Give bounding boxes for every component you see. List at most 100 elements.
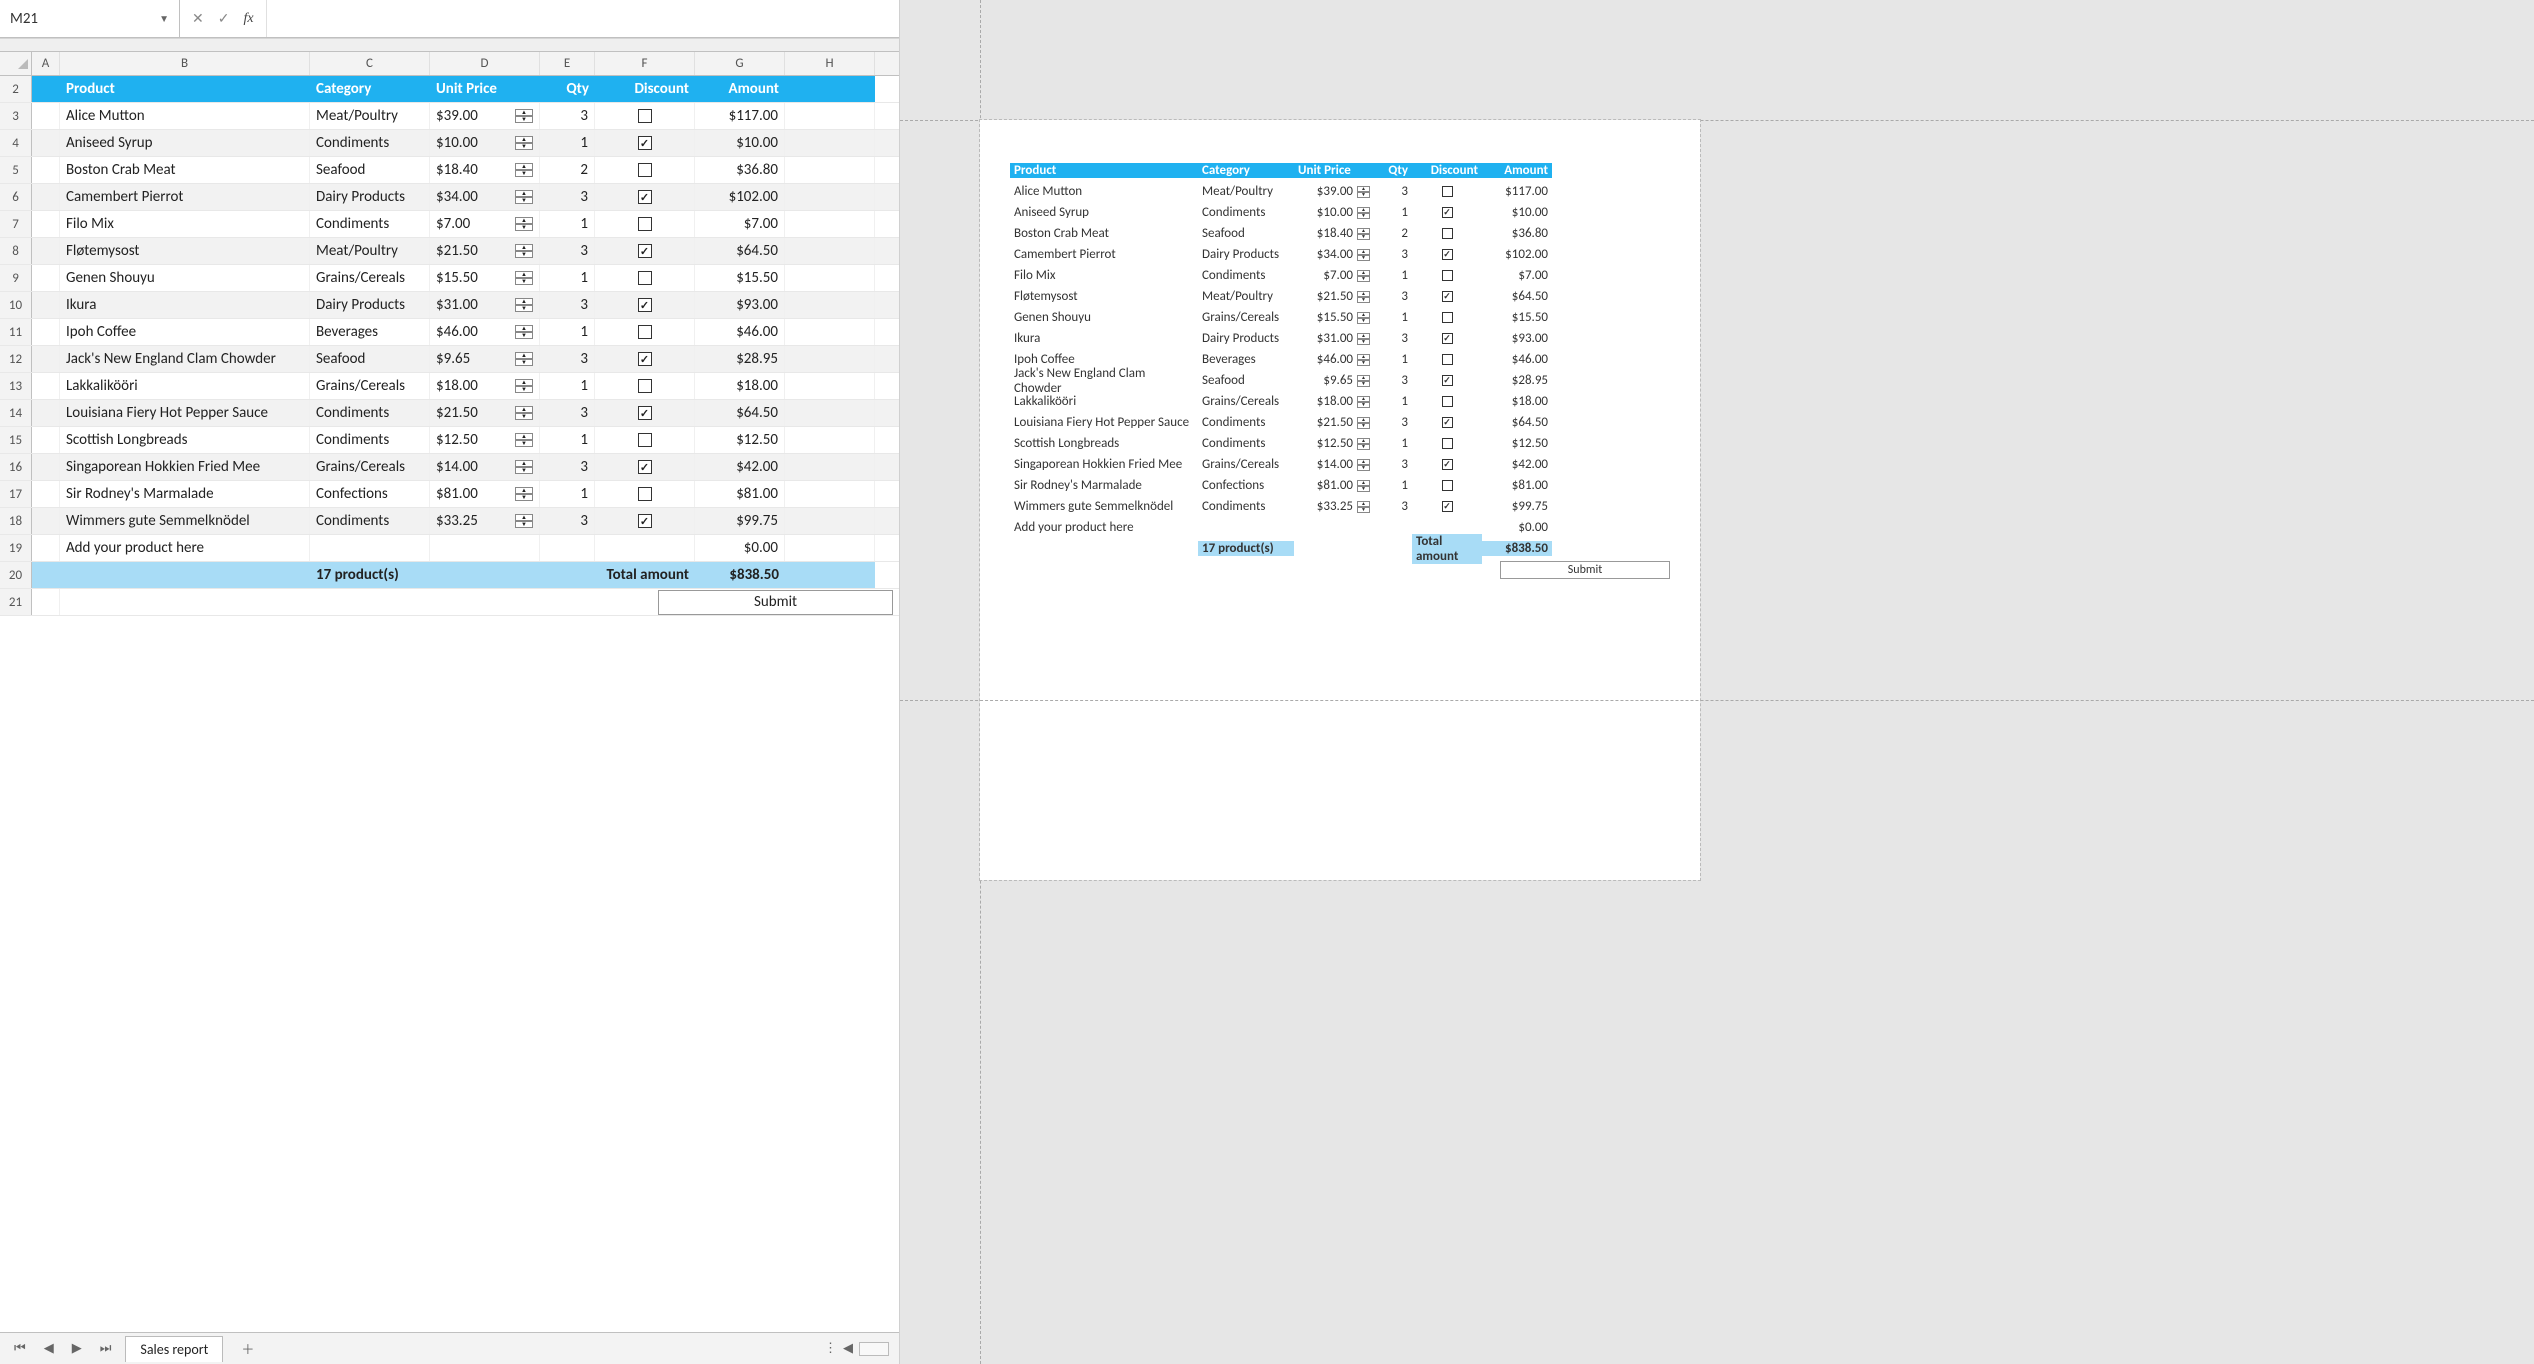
cell-unit-price[interactable]: $21.50▲▼ [430,400,540,426]
qty-spinner[interactable]: ▲▼ [1357,375,1370,387]
formula-input[interactable] [267,0,899,37]
fx-icon[interactable]: fx [243,11,253,27]
spinner-down-icon[interactable]: ▼ [515,467,533,474]
col-header[interactable]: A [32,52,60,75]
cell-unit-price[interactable]: $81.00▲▼ [430,481,540,507]
cell-qty[interactable]: 3 [540,400,595,426]
header-category[interactable]: Category [310,76,430,102]
spinner-down-icon[interactable]: ▼ [1357,507,1370,513]
spinner-down-icon[interactable]: ▼ [515,170,533,177]
discount-checkbox[interactable] [1442,333,1453,344]
discount-checkbox[interactable] [638,163,652,177]
cell-qty[interactable]: 3 [540,346,595,372]
discount-checkbox[interactable] [638,109,652,123]
row-header[interactable]: 12 [0,346,32,372]
cell-amount[interactable]: $46.00 [695,319,785,345]
spinner-down-icon[interactable]: ▼ [1357,402,1370,408]
cell-category[interactable]: Dairy Products [310,184,430,210]
cell-category[interactable]: Condiments [310,508,430,534]
cell-qty[interactable]: 1 [540,373,595,399]
cell-unit-price[interactable]: $46.00▲▼ [430,319,540,345]
col-header[interactable]: H [785,52,875,75]
cell-discount[interactable] [595,103,695,129]
cell-qty[interactable]: 1 [540,130,595,156]
discount-checkbox[interactable] [638,298,652,312]
cell-amount[interactable]: $93.00 [695,292,785,318]
discount-checkbox[interactable] [638,487,652,501]
row-header[interactable]: 5 [0,157,32,183]
cell-category[interactable]: Seafood [310,346,430,372]
cell-amount[interactable]: $102.00 [695,184,785,210]
discount-checkbox[interactable] [1442,459,1453,470]
discount-checkbox[interactable] [1442,312,1453,323]
qty-spinner[interactable]: ▲▼ [515,163,533,177]
cell-unit-price[interactable]: $33.25▲▼ [430,508,540,534]
discount-checkbox[interactable] [638,217,652,231]
header-amount[interactable]: Amount [695,76,785,102]
qty-spinner[interactable]: ▲▼ [1357,312,1370,324]
tab-nav-first-icon[interactable]: ⏮ [10,1341,30,1356]
add-product-amount[interactable]: $0.00 [695,535,785,561]
cancel-formula-icon[interactable]: ✕ [192,10,204,27]
spinner-down-icon[interactable]: ▼ [515,197,533,204]
discount-checkbox[interactable] [1442,501,1453,512]
spinner-down-icon[interactable]: ▼ [515,521,533,528]
qty-spinner[interactable]: ▲▼ [515,109,533,123]
cell-amount[interactable]: $10.00 [695,130,785,156]
cell-unit-price[interactable]: $31.00▲▼ [430,292,540,318]
sheet-tab[interactable]: Sales report [125,1336,223,1362]
discount-checkbox[interactable] [638,271,652,285]
cell-qty[interactable]: 1 [540,427,595,453]
qty-spinner[interactable]: ▲▼ [515,379,533,393]
total-label[interactable]: Total amount [595,562,695,588]
row-header[interactable]: 9 [0,265,32,291]
cell-product[interactable]: Ikura [60,292,310,318]
discount-checkbox[interactable] [1442,186,1453,197]
row-header[interactable]: 6 [0,184,32,210]
qty-spinner[interactable]: ▲▼ [1357,438,1370,450]
cell-product[interactable]: Ipoh Coffee [60,319,310,345]
spinner-down-icon[interactable]: ▼ [1357,234,1370,240]
hscroll-left-icon[interactable]: ◀ [843,1341,853,1356]
cell-category[interactable]: Seafood [310,157,430,183]
discount-checkbox[interactable] [638,460,652,474]
accept-formula-icon[interactable]: ✓ [218,10,230,27]
qty-spinner[interactable]: ▲▼ [1357,291,1370,303]
cell-unit-price[interactable]: $12.50▲▼ [430,427,540,453]
cell-discount[interactable] [595,319,695,345]
qty-spinner[interactable]: ▲▼ [515,271,533,285]
qty-spinner[interactable]: ▲▼ [515,460,533,474]
qty-spinner[interactable]: ▲▼ [515,406,533,420]
cell-product[interactable]: Louisiana Fiery Hot Pepper Sauce [60,400,310,426]
cell-product[interactable]: Fløtemysost [60,238,310,264]
discount-checkbox[interactable] [1442,417,1453,428]
cell-discount[interactable] [595,238,695,264]
discount-checkbox[interactable] [638,352,652,366]
cell-product[interactable]: Sir Rodney's Marmalade [60,481,310,507]
row-header[interactable]: 3 [0,103,32,129]
row-header[interactable]: 11 [0,319,32,345]
new-sheet-button[interactable]: ＋ [233,1339,262,1358]
spinner-down-icon[interactable]: ▼ [1357,423,1370,429]
header-qty[interactable]: Qty [540,76,595,102]
header-unit-price[interactable]: Unit Price [430,76,540,102]
cell-product[interactable]: Wimmers gute Semmelknödel [60,508,310,534]
cell-qty[interactable]: 3 [540,508,595,534]
cell-discount[interactable] [595,427,695,453]
cell-category[interactable]: Grains/Cereals [310,265,430,291]
cell-amount[interactable]: $117.00 [695,103,785,129]
spinner-down-icon[interactable]: ▼ [515,251,533,258]
spinner-down-icon[interactable]: ▼ [515,224,533,231]
spinner-down-icon[interactable]: ▼ [1357,444,1370,450]
cell-product[interactable]: Scottish Longbreads [60,427,310,453]
cell-discount[interactable] [595,508,695,534]
cell-qty[interactable]: 3 [540,292,595,318]
tab-nav-next-icon[interactable]: ▶ [68,1341,86,1356]
qty-spinner[interactable]: ▲▼ [1357,228,1370,240]
discount-checkbox[interactable] [638,406,652,420]
discount-checkbox[interactable] [1442,249,1453,260]
cell-amount[interactable]: $15.50 [695,265,785,291]
qty-spinner[interactable]: ▲▼ [1357,354,1370,366]
discount-checkbox[interactable] [638,190,652,204]
cell-qty[interactable]: 3 [540,103,595,129]
